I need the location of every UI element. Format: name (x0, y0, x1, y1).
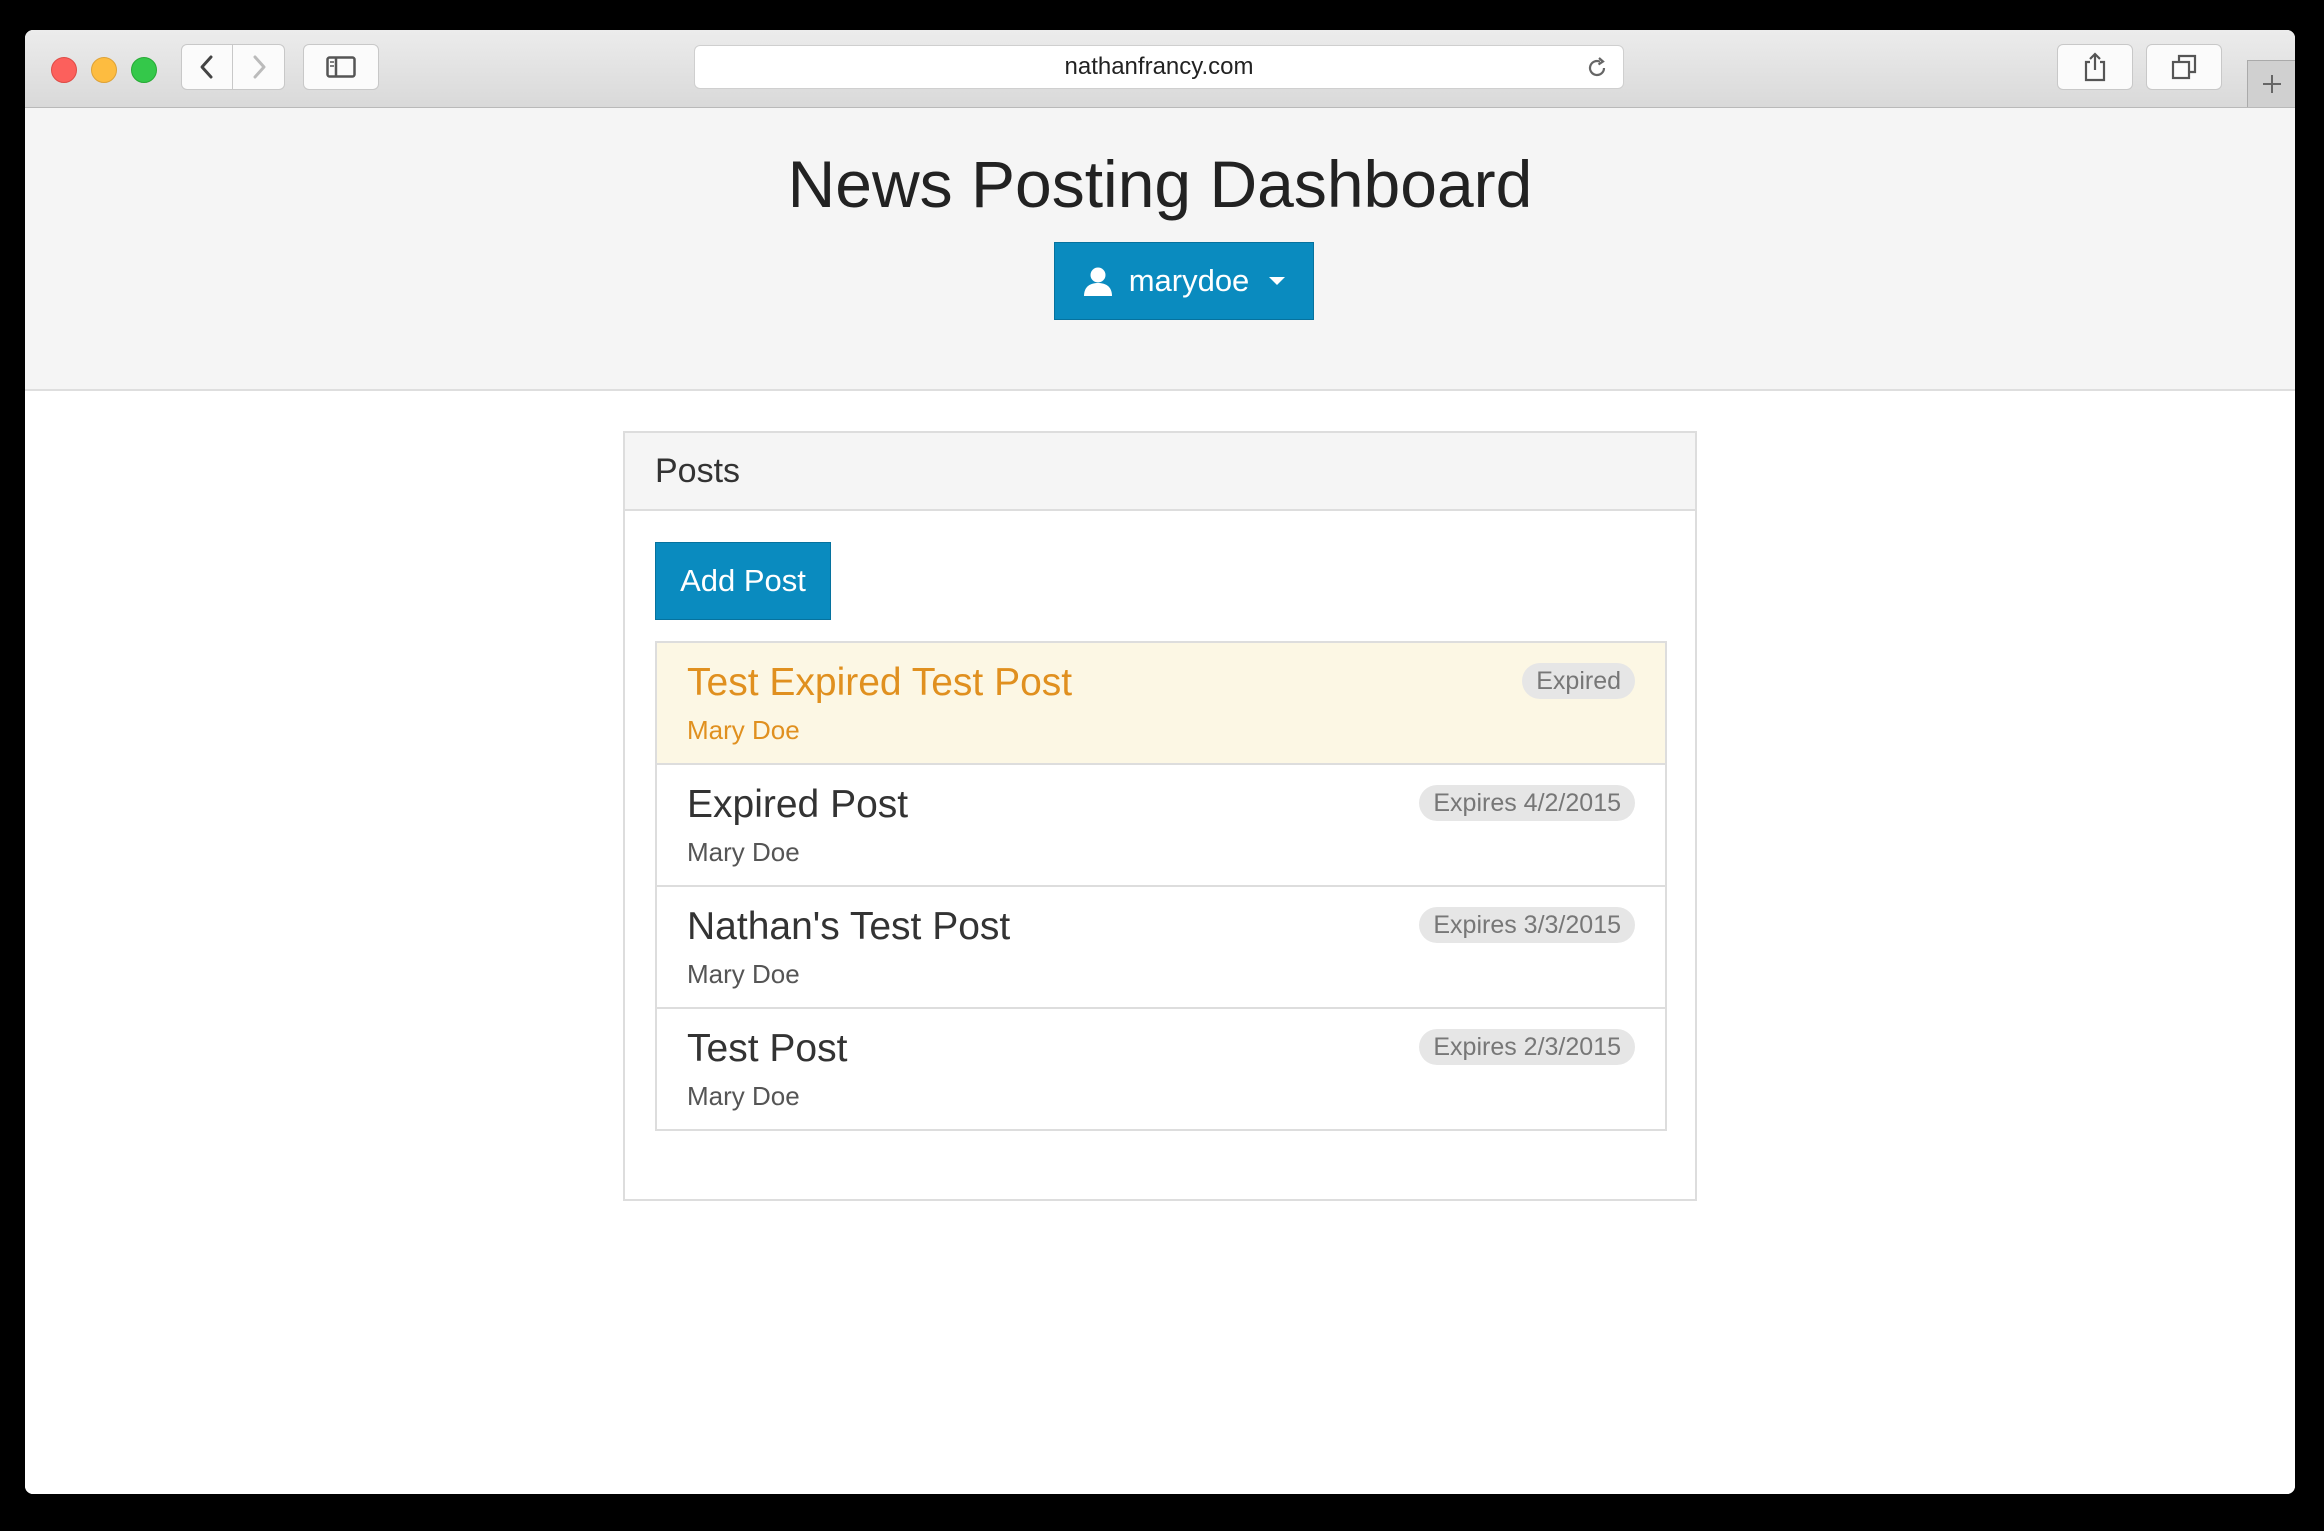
sidebar-icon (326, 56, 356, 78)
post-title: Nathan's Test Post (687, 905, 1011, 948)
panel-heading: Posts (625, 433, 1695, 511)
posts-panel: Posts Add Post Test Expired Test Post Ma… (623, 431, 1697, 1201)
browser-toolbar: nathanfrancy.com (25, 30, 2295, 108)
post-author: Mary Doe (687, 1081, 800, 1111)
share-icon (2084, 52, 2106, 82)
tabs-icon (2171, 54, 2197, 80)
post-author: Mary Doe (687, 837, 800, 867)
user-icon (1083, 267, 1112, 296)
back-button[interactable] (181, 44, 233, 90)
post-list-item[interactable]: Test Post Mary Doe Expires 2/3/2015 (657, 1009, 1665, 1129)
reload-icon[interactable] (1585, 56, 1609, 80)
post-title: Test Expired Test Post (687, 661, 1073, 704)
forward-button[interactable] (233, 44, 285, 90)
page-header: News Posting Dashboard marydoe (25, 108, 2295, 391)
post-list-item[interactable]: Test Expired Test Post Mary Doe Expired (657, 643, 1665, 765)
post-author: Mary Doe (687, 715, 800, 745)
status-badge: Expires 2/3/2015 (1419, 1029, 1635, 1065)
post-title: Expired Post (687, 783, 909, 826)
user-menu-label: marydoe (1128, 263, 1250, 298)
page-content: News Posting Dashboard marydoe Posts Add… (25, 108, 2295, 1494)
show-tabs-button[interactable] (2146, 44, 2222, 90)
chevron-left-icon (200, 55, 213, 79)
status-badge: Expires 4/2/2015 (1419, 785, 1635, 821)
minimize-window-button[interactable] (91, 57, 117, 83)
maximize-window-button[interactable] (131, 57, 157, 83)
post-author: Mary Doe (687, 959, 800, 989)
chevron-right-icon (253, 55, 265, 79)
address-bar[interactable]: nathanfrancy.com (694, 45, 1624, 89)
caret-down-icon (1269, 277, 1286, 285)
post-list-item[interactable]: Nathan's Test Post Mary Doe Expires 3/3/… (657, 887, 1665, 1009)
plus-icon (2263, 75, 2281, 93)
post-list: Test Expired Test Post Mary Doe Expired … (655, 641, 1667, 1131)
new-tab-button[interactable] (2247, 60, 2295, 107)
sidebar-toggle-button[interactable] (303, 44, 379, 90)
post-list-item[interactable]: Expired Post Mary Doe Expires 4/2/2015 (657, 765, 1665, 887)
status-badge: Expired (1522, 663, 1635, 699)
close-window-button[interactable] (51, 57, 77, 83)
browser-window: nathanfrancy.com News Posting Dashboard … (25, 30, 2295, 1494)
user-menu-button[interactable]: marydoe (1054, 242, 1314, 320)
add-post-button[interactable]: Add Post (655, 542, 831, 620)
page-title: News Posting Dashboard (787, 147, 1533, 221)
status-badge: Expires 3/3/2015 (1419, 907, 1635, 943)
share-button[interactable] (2057, 44, 2133, 90)
post-title: Test Post (687, 1027, 848, 1070)
url-text: nathanfrancy.com (1064, 53, 1254, 80)
